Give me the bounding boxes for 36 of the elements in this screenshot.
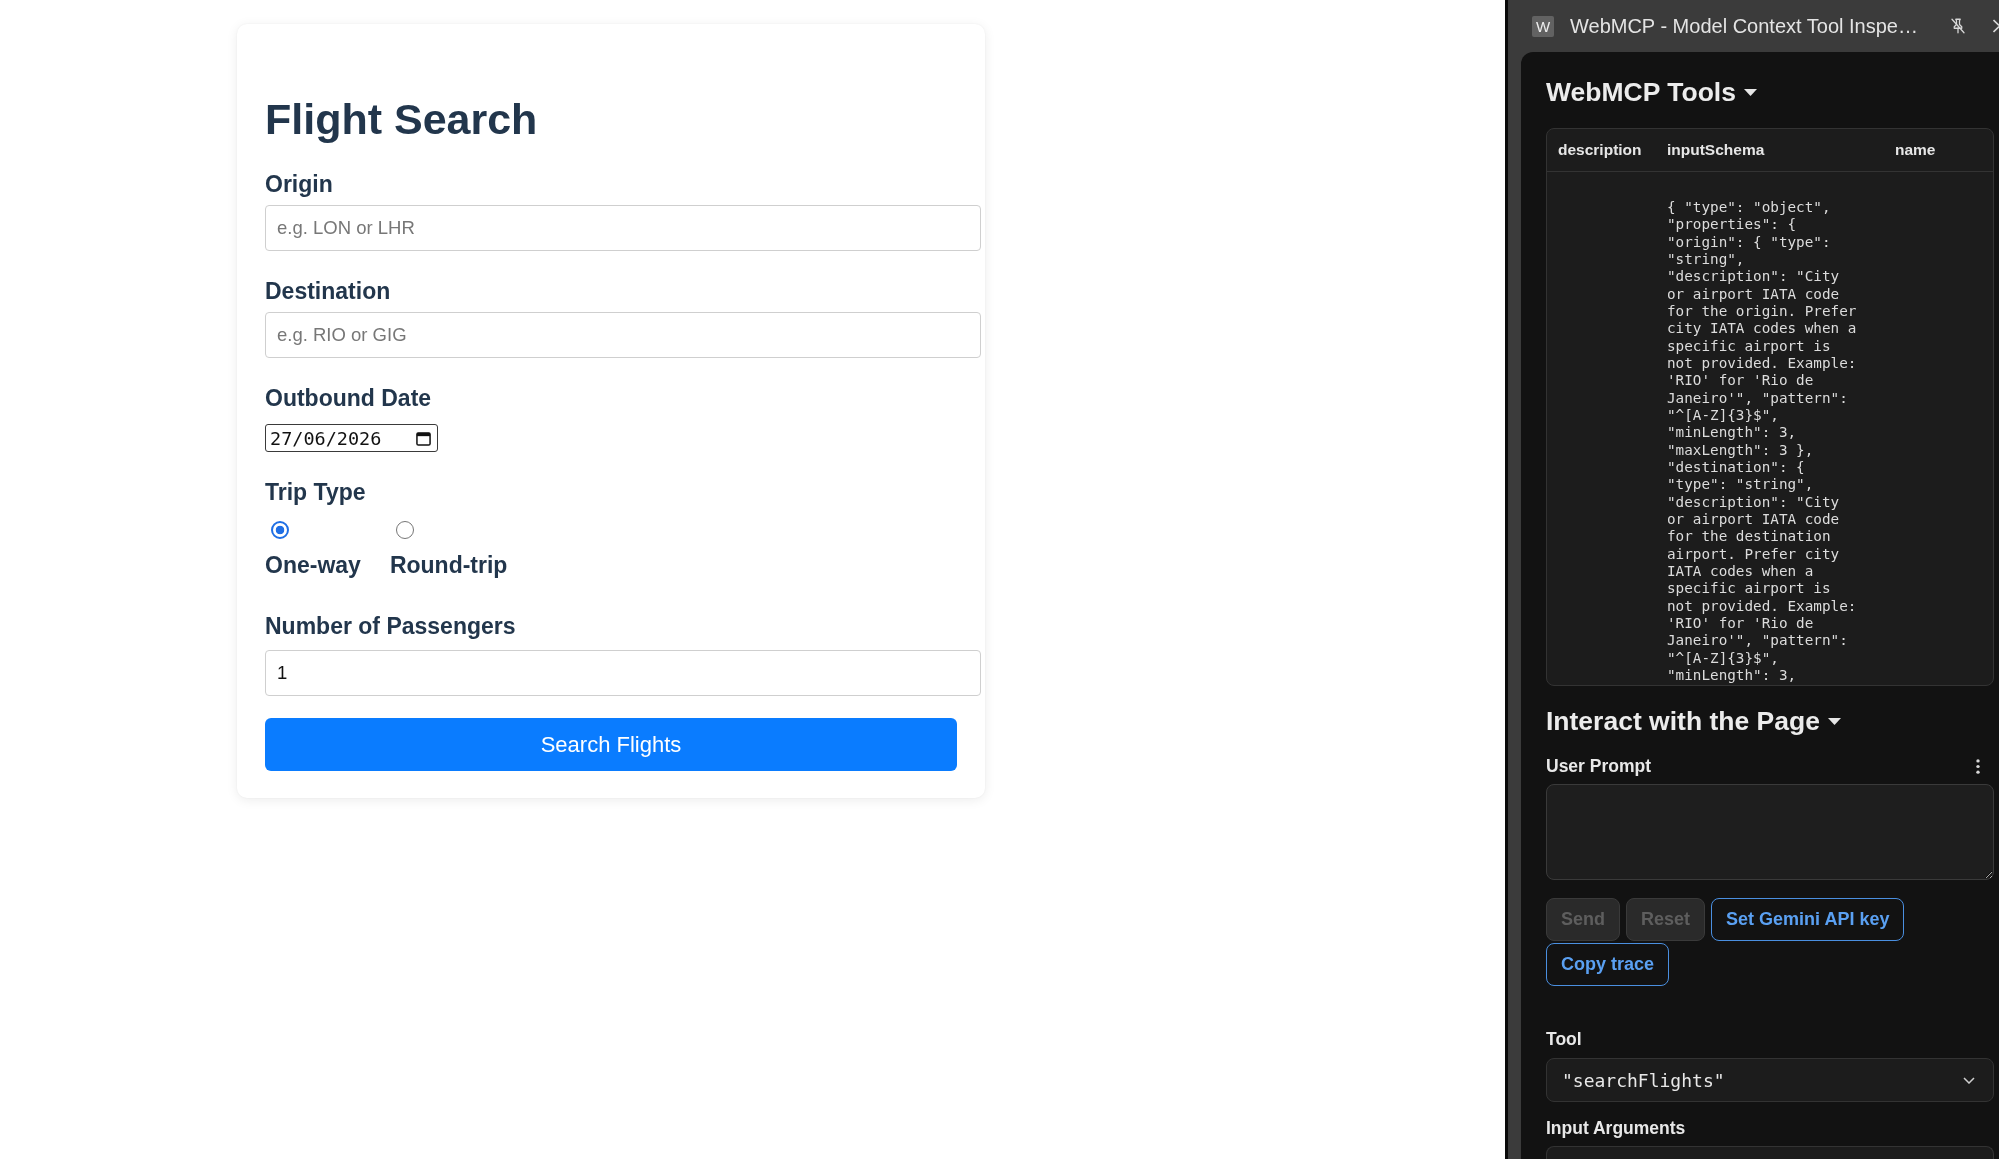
- window-title: WebMCP - Model Context Tool Inspe…: [1570, 14, 1918, 38]
- calendar-icon[interactable]: [416, 430, 431, 446]
- chevron-down-icon[interactable]: [1963, 1076, 1975, 1084]
- column-header: description: [1558, 141, 1642, 158]
- caret-icon[interactable]: [1827, 717, 1841, 725]
- action-button[interactable]: Set Gemini API key: [1711, 898, 1905, 942]
- search-button[interactable]: Search Flights: [265, 718, 957, 771]
- vertical-dots-icon[interactable]: [1976, 758, 1980, 774]
- input-field[interactable]: [1546, 1146, 1994, 1159]
- input-field[interactable]: 1: [265, 650, 981, 696]
- section-heading[interactable]: Interact with the Page: [1546, 705, 1820, 738]
- action-button[interactable]: Copy trace: [1546, 943, 1670, 987]
- close-icon[interactable]: [1993, 19, 1999, 33]
- form-title: Flight Search: [265, 94, 539, 144]
- field-label: Input Arguments: [1546, 1117, 1687, 1140]
- table-cell-text: { "type": "object", "properties": { "origin": { "type": "string", "description": "City or airport IATA code for the origin. Prefer city IATA codes when a specific airport is not provided. Example: 'RIO' for 'Rio de Janeiro'", "pattern": "^[A-Z]{3}$", "minLength": 3, "maxLength": 3 }, "destination": { "type": "string", "description": "City or airport IATA code for the destination airport. Prefer city IATA codes when a specific airport is not provided. Example: 'RIO' for 'Rio de Janeiro'", "pattern": "^[A-Z]{3}$", "minLength": 3,: [1667, 199, 1858, 685]
- tool-select[interactable]: "searchFlights": [1546, 1058, 1994, 1103]
- field-label: User Prompt: [1546, 755, 1652, 778]
- field-label: Origin: [265, 170, 334, 198]
- date-field[interactable]: 27/06/2026: [265, 424, 438, 452]
- section-heading[interactable]: WebMCP Tools: [1546, 76, 1736, 108]
- field-label: Trip Type: [265, 478, 367, 506]
- column-header: name: [1895, 141, 1936, 158]
- radio-button[interactable]: [395, 521, 414, 539]
- field-label: Outbound Date: [265, 384, 433, 412]
- radio-label[interactable]: One-way: [265, 551, 361, 579]
- field-label: Number of Passengers: [265, 612, 517, 640]
- column-header: inputSchema: [1667, 141, 1765, 158]
- prompt-field[interactable]: [1546, 784, 1994, 881]
- field-label: Tool: [1546, 1028, 1583, 1051]
- app-logo: W: [1532, 15, 1554, 37]
- caret-icon[interactable]: [1743, 88, 1757, 96]
- radio-label[interactable]: Round-trip: [389, 551, 508, 579]
- radio-button[interactable]: [271, 521, 289, 539]
- pin-slash-icon[interactable]: [1949, 17, 1967, 35]
- field-label: Destination: [265, 277, 392, 305]
